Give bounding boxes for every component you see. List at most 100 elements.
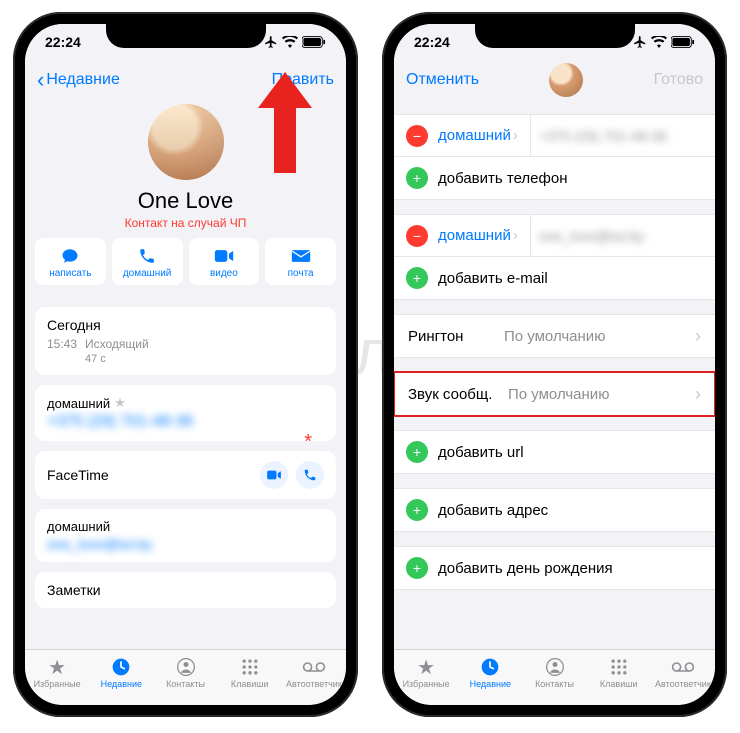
phone-icon	[112, 246, 183, 266]
add-birthday-label: добавить день рождения	[438, 560, 613, 577]
tab-bar: ★Избранные Недавние Контакты Клавиши Авт…	[25, 649, 346, 705]
chevron-left-icon: ‹	[37, 69, 44, 91]
add-icon: +	[406, 441, 428, 463]
ringtone-value: По умолчанию	[504, 328, 695, 345]
wifi-icon	[282, 36, 298, 48]
tab-contacts[interactable]: Контакты	[153, 650, 217, 705]
ringtone-key: Рингтон	[408, 328, 504, 345]
message-button[interactable]: написать	[35, 238, 106, 285]
voicemail-icon	[282, 656, 346, 678]
battery-icon	[671, 36, 695, 48]
add-url-label: добавить url	[438, 444, 524, 461]
add-address-label: добавить адрес	[438, 502, 548, 519]
texttone-value: По умолчанию	[508, 386, 695, 403]
add-phone-row[interactable]: + добавить телефон	[394, 157, 715, 199]
add-icon: +	[406, 557, 428, 579]
remove-icon[interactable]: −	[406, 225, 428, 247]
notes-label: Заметки	[47, 582, 101, 598]
facetime-video-button[interactable]	[260, 461, 288, 489]
add-email-label: добавить e-mail	[438, 270, 548, 287]
status-time: 22:24	[45, 34, 81, 50]
wifi-icon	[651, 36, 667, 48]
tab-recents-label: Недавние	[89, 679, 153, 689]
tab-contacts[interactable]: Контакты	[522, 650, 586, 705]
tab-contacts-label: Контакты	[522, 679, 586, 689]
back-label: Недавние	[46, 71, 120, 89]
calllog-duration: 47 с	[85, 353, 106, 365]
phone-right: 22:24 Отменить Готово − домашний ›	[382, 12, 727, 717]
email-row-value[interactable]: one_love@tut.by	[539, 228, 703, 244]
phone-row[interactable]: − домашний › +375 (29) 701-48-36	[394, 115, 715, 157]
email-label: домашний	[47, 519, 324, 534]
emergency-label: Контакт на случай ЧП	[25, 216, 346, 230]
edit-button[interactable]: Править	[272, 71, 334, 89]
remove-icon[interactable]: −	[406, 125, 428, 147]
message-label: написать	[35, 268, 106, 279]
phone-section: − домашний › +375 (29) 701-48-36 + добав…	[394, 114, 715, 200]
tab-voicemail-label: Автоответчик	[651, 679, 715, 689]
facetime-audio-button[interactable]	[296, 461, 324, 489]
tab-recents[interactable]: Недавние	[89, 650, 153, 705]
phone-left: 22:24 ‹ Недавние Править	[13, 12, 358, 717]
add-birthday-row[interactable]: + добавить день рождения	[394, 547, 715, 589]
chevron-right-icon: ›	[513, 227, 518, 244]
tab-recents[interactable]: Недавние	[458, 650, 522, 705]
texttone-key: Звук сообщ.	[408, 386, 508, 403]
video-button[interactable]: видео	[189, 238, 260, 285]
video-label: видео	[189, 268, 260, 279]
asterisk-annotation: *	[304, 431, 312, 454]
facetime-card: FaceTime	[35, 451, 336, 499]
call-log-card[interactable]: Сегодня 15:43 Исходящий 47 с	[35, 307, 336, 375]
mail-button[interactable]: почта	[265, 238, 336, 285]
tab-keypad[interactable]: Клавиши	[587, 650, 651, 705]
star-icon: ★	[114, 395, 126, 411]
chevron-right-icon: ›	[695, 326, 701, 347]
notch	[106, 24, 266, 48]
notch	[475, 24, 635, 48]
add-url-row[interactable]: + добавить url	[394, 431, 715, 473]
address-section: + добавить адрес	[394, 488, 715, 532]
airplane-icon	[633, 35, 647, 49]
email-card[interactable]: домашний one_love@tut.by	[35, 509, 336, 562]
calllog-type: Исходящий	[85, 337, 149, 351]
add-icon: +	[406, 267, 428, 289]
add-email-row[interactable]: + добавить e-mail	[394, 257, 715, 299]
keypad-icon	[587, 656, 651, 678]
contact-header: One Love Контакт на случай ЧП написать д…	[25, 100, 346, 297]
contact-avatar-small[interactable]	[549, 63, 583, 97]
email-row[interactable]: − домашний › one_love@tut.by	[394, 215, 715, 257]
tab-voicemail[interactable]: Автоответчик	[651, 650, 715, 705]
birthday-section: + добавить день рождения	[394, 546, 715, 590]
back-button[interactable]: ‹ Недавние	[37, 69, 120, 91]
phone-row-value[interactable]: +375 (29) 701-48-36	[539, 128, 703, 144]
ringtone-section: Рингтон По умолчанию ›	[394, 314, 715, 358]
voicemail-icon	[651, 656, 715, 678]
tab-keypad[interactable]: Клавиши	[218, 650, 282, 705]
tab-favorites[interactable]: ★Избранные	[25, 650, 89, 705]
add-address-row[interactable]: + добавить адрес	[394, 489, 715, 531]
phone-value: +375 (29) 701-48-36	[47, 413, 324, 431]
email-value: one_love@tut.by	[47, 536, 324, 552]
texttone-row[interactable]: Звук сообщ. По умолчанию ›	[394, 373, 715, 415]
url-section: + добавить url	[394, 430, 715, 474]
mail-icon	[265, 246, 336, 266]
tab-bar: ★Избранные Недавние Контакты Клавиши Авт…	[394, 649, 715, 705]
person-icon	[153, 656, 217, 678]
done-button[interactable]: Готово	[654, 71, 703, 89]
notes-card[interactable]: Заметки	[35, 572, 336, 608]
star-icon: ★	[25, 656, 89, 678]
tab-favorites-label: Избранные	[394, 679, 458, 689]
battery-icon	[302, 36, 326, 48]
tab-favorites[interactable]: ★Избранные	[394, 650, 458, 705]
contact-avatar[interactable]	[148, 104, 224, 180]
person-icon	[522, 656, 586, 678]
cancel-button[interactable]: Отменить	[406, 71, 479, 89]
call-label: домашний	[112, 268, 183, 279]
call-button[interactable]: домашний	[112, 238, 183, 285]
ringtone-row[interactable]: Рингтон По умолчанию ›	[394, 315, 715, 357]
add-icon: +	[406, 499, 428, 521]
contact-name: One Love	[25, 188, 346, 214]
tab-voicemail[interactable]: Автоответчик	[282, 650, 346, 705]
tab-keypad-label: Клавиши	[218, 679, 282, 689]
phone-card[interactable]: домашний ★ +375 (29) 701-48-36 *	[35, 385, 336, 441]
